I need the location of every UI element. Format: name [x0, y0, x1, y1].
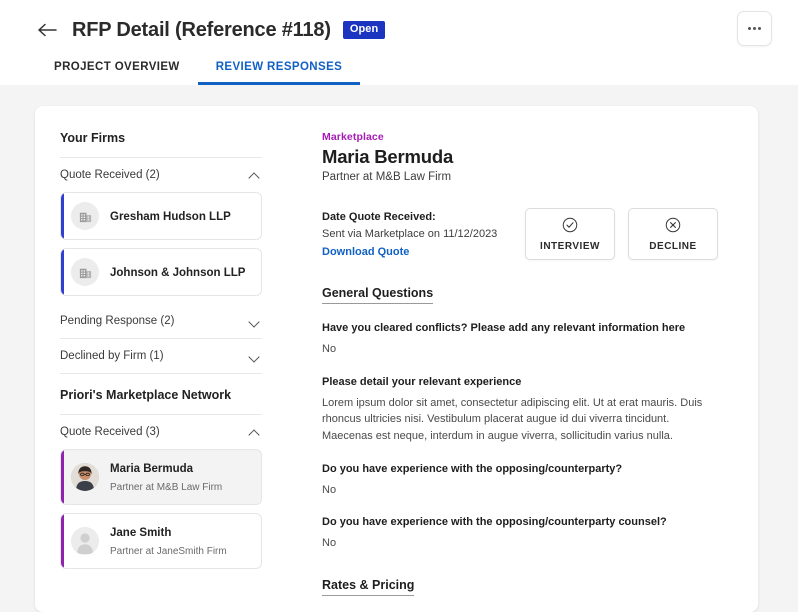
avatar	[71, 463, 99, 491]
qa-item: Have you cleared conflicts? Please add a…	[322, 321, 718, 358]
meta-and-actions-row: Date Quote Received: Sent via Marketplac…	[322, 208, 718, 260]
sidebar-group-pending-response[interactable]: Pending Response (2)	[60, 304, 262, 339]
question-text: Do you have experience with the opposing…	[322, 516, 667, 529]
marketplace-label: Marketplace	[322, 131, 384, 143]
question-text: Please detail your relevant experience	[322, 375, 522, 388]
entity-text: Johnson & Johnson LLP	[110, 263, 245, 281]
interview-button-label: INTERVIEW	[540, 240, 600, 252]
entity-text: Jane Smith Partner at JaneSmith Firm	[110, 523, 251, 559]
qa-item: Do you have experience with the opposing…	[322, 462, 718, 499]
download-quote-link[interactable]: Download Quote	[322, 246, 409, 258]
decline-button[interactable]: DECLINE	[628, 208, 718, 260]
section-heading-rates-pricing: Rates & Pricing	[322, 578, 415, 597]
sidebar-heading-your-firms: Your Firms	[60, 131, 262, 158]
sidebar-group-label: Declined by Firm (1)	[60, 350, 164, 362]
decline-button-label: DECLINE	[649, 240, 697, 252]
date-quote-received-label: Date Quote Received:	[322, 211, 436, 223]
chevron-down-icon	[249, 351, 260, 362]
back-arrow-icon[interactable]	[36, 18, 60, 42]
section-heading-general-questions: General Questions	[322, 286, 434, 304]
sidebar-heading-marketplace-network: Priori's Marketplace Network	[60, 388, 262, 415]
tab-project-overview[interactable]: PROJECT OVERVIEW	[36, 51, 198, 85]
top-bar: RFP Detail (Reference #118) Open PROJECT…	[0, 0, 798, 85]
question-text: Have you cleared conflicts? Please add a…	[322, 322, 686, 334]
sidebar-item-maria-bermuda[interactable]: Maria Bermuda Partner at M&B Law Firm	[60, 449, 262, 505]
sidebar-item-johnson-johnson-llp[interactable]: Johnson & Johnson LLP	[60, 248, 262, 296]
entity-text: Maria Bermuda Partner at M&B Law Firm	[110, 459, 251, 495]
sidebar-group-declined-by-firm[interactable]: Declined by Firm (1)	[60, 339, 262, 374]
detail-person-name: Maria Bermuda	[322, 146, 454, 167]
title-row: RFP Detail (Reference #118) Open	[0, 0, 798, 46]
sidebar-item-jane-smith[interactable]: Jane Smith Partner at JaneSmith Firm	[60, 513, 262, 569]
page-title: RFP Detail (Reference #118)	[72, 18, 331, 41]
answer-text: No	[322, 483, 337, 496]
person-name: Jane Smith	[110, 527, 172, 539]
x-circle-icon	[665, 217, 681, 236]
tab-bar: PROJECT OVERVIEW REVIEW RESPONSES	[0, 51, 361, 85]
chevron-up-icon	[249, 427, 260, 438]
chevron-up-icon	[249, 170, 260, 181]
sidebar-group-quote-received-firms[interactable]: Quote Received (2)	[60, 158, 262, 192]
qa-item: Do you have experience with the opposing…	[322, 515, 718, 552]
interview-button[interactable]: INTERVIEW	[525, 208, 615, 260]
more-options-icon	[748, 27, 761, 30]
building-icon	[71, 258, 99, 286]
building-icon	[71, 202, 99, 230]
response-detail-pane: Marketplace Maria Bermuda Partner at M&B…	[287, 106, 758, 612]
sidebar-group-quote-received-marketplace[interactable]: Quote Received (3)	[60, 415, 262, 449]
person-name: Maria Bermuda	[110, 463, 194, 475]
firms-sidebar: Your Firms Quote Received (2) Gresham Hu…	[35, 106, 287, 612]
chevron-down-icon	[249, 316, 260, 327]
content-card: Your Firms Quote Received (2) Gresham Hu…	[35, 106, 758, 612]
action-buttons: INTERVIEW DECLINE	[525, 208, 718, 260]
date-quote-received-value: Sent via Marketplace on 11/12/2023	[322, 228, 498, 240]
answer-text: No	[322, 537, 337, 550]
person-role: Partner at JaneSmith Firm	[110, 546, 227, 557]
firm-name: Gresham Hudson LLP	[110, 211, 231, 223]
answer-text: Lorem ipsum dolor sit amet, consectetur …	[322, 396, 703, 443]
entity-text: Gresham Hudson LLP	[110, 207, 231, 225]
answer-text: No	[322, 342, 337, 355]
person-role: Partner at M&B Law Firm	[110, 482, 223, 493]
sidebar-group-label: Quote Received (3)	[60, 426, 160, 438]
sidebar-group-label: Quote Received (2)	[60, 169, 160, 181]
person-icon	[71, 527, 99, 555]
more-options-button[interactable]	[737, 11, 772, 46]
sidebar-item-gresham-hudson-llp[interactable]: Gresham Hudson LLP	[60, 192, 262, 240]
status-badge: Open	[342, 21, 386, 39]
check-circle-icon	[562, 217, 578, 236]
quote-meta-block: Date Quote Received: Sent via Marketplac…	[322, 208, 497, 260]
detail-person-role: Partner at M&B Law Firm	[322, 171, 452, 183]
tab-review-responses[interactable]: REVIEW RESPONSES	[197, 51, 361, 85]
firm-name: Johnson & Johnson LLP	[110, 267, 246, 279]
sidebar-group-label: Pending Response (2)	[60, 315, 175, 327]
qa-item: Please detail your relevant experience L…	[322, 375, 718, 445]
page-body: Your Firms Quote Received (2) Gresham Hu…	[0, 85, 798, 612]
question-text: Do you have experience with the opposing…	[322, 462, 623, 475]
